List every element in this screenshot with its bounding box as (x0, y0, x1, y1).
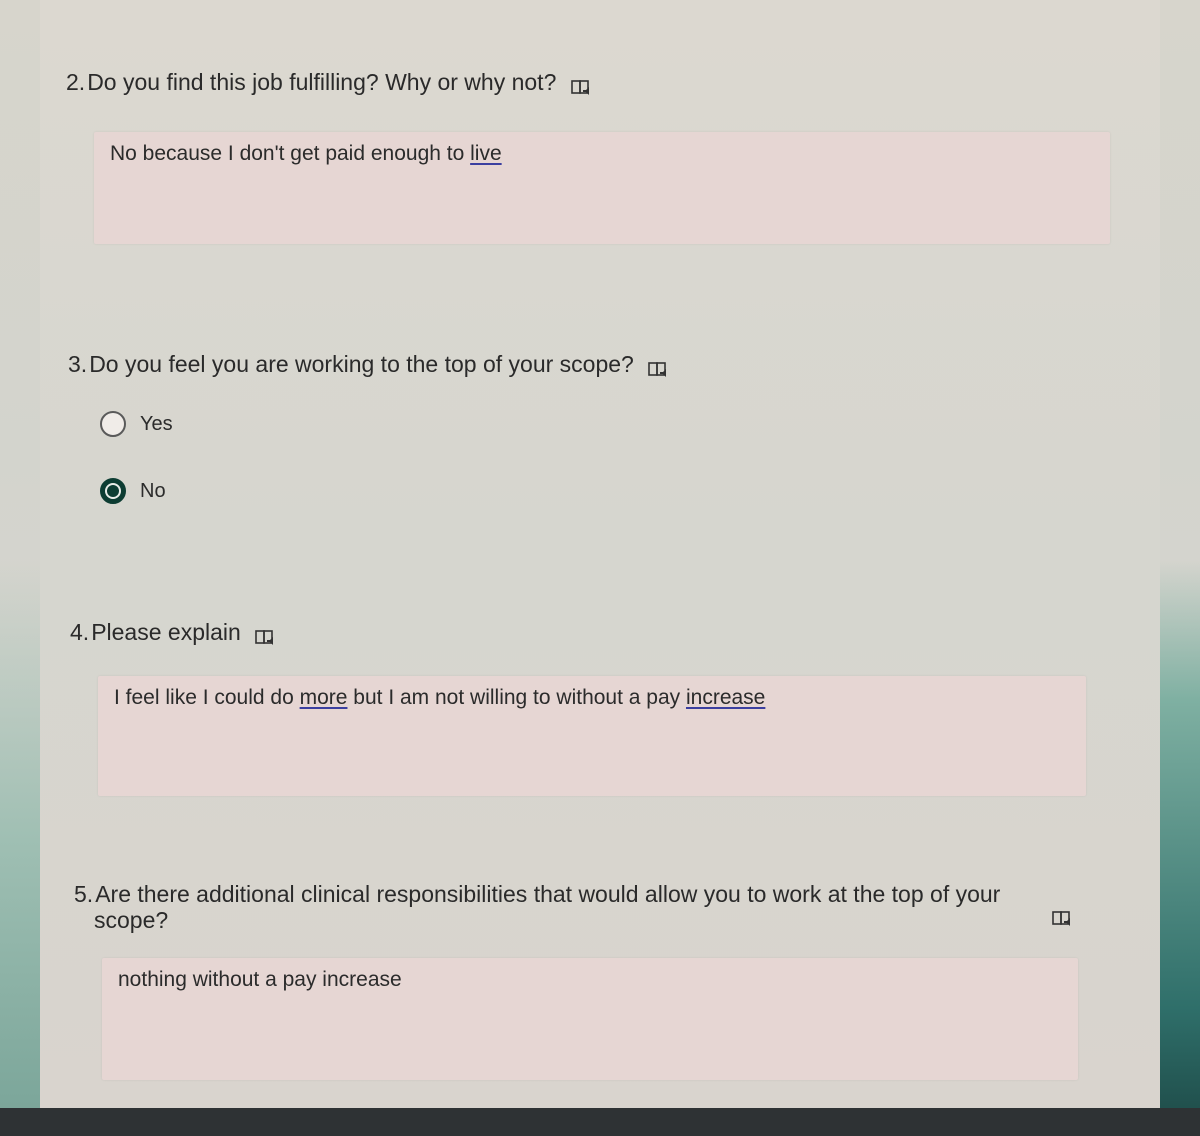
question-3-title: 3.Do you feel you are working to the top… (68, 350, 670, 378)
answer-text: nothing without a pay increase (118, 968, 402, 991)
immersive-reader-icon[interactable] (255, 625, 277, 645)
immersive-reader-icon[interactable] (1052, 910, 1074, 928)
question-5-title-line1: 5.Are there additional clinical responsi… (74, 880, 1000, 908)
radio-option-yes[interactable]: Yes (100, 411, 173, 437)
immersive-reader-icon[interactable] (648, 357, 670, 377)
question-number: 5. (74, 881, 94, 907)
answer-text: No because I don't get paid enough to li… (110, 142, 502, 166)
question-2: 2.Do you find this job fulfilling? Why o… (40, 0, 1160, 260)
form-card: 2.Do you find this job fulfilling? Why o… (40, 0, 1160, 1108)
radio-option-no[interactable]: No (100, 478, 166, 504)
monitor-bezel (0, 1108, 1200, 1136)
question-2-title: 2.Do you find this job fulfilling? Why o… (66, 68, 593, 96)
radio-button-yes[interactable] (100, 411, 126, 437)
question-text: Please explain (91, 619, 241, 645)
answer-text-underlined: live (470, 142, 502, 165)
page-background: 2.Do you find this job fulfilling? Why o… (0, 0, 1200, 1136)
immersive-reader-icon[interactable] (570, 75, 593, 95)
question-text: Do you find this job fulfilling? Why or … (87, 69, 557, 95)
question-number: 4. (70, 619, 90, 645)
question-number: 2. (66, 69, 86, 95)
question-text: Do you feel you are working to the top o… (89, 351, 634, 377)
question-text: Are there additional clinical responsibi… (95, 881, 1001, 907)
answer-text-part1: I feel like I could do (114, 686, 300, 709)
radio-label-yes: Yes (140, 412, 173, 435)
desktop-edge-left (0, 560, 40, 1120)
question-4: 4.Please explain I feel like I could do … (40, 600, 1160, 810)
answer-text: I feel like I could do more but I am not… (114, 686, 765, 710)
radio-button-no-selected[interactable] (100, 478, 126, 504)
question-5-answer-field[interactable]: nothing without a pay increase (102, 958, 1078, 1080)
question-3: 3.Do you feel you are working to the top… (40, 330, 1160, 530)
question-5: 5.Are there additional clinical responsi… (40, 870, 1160, 1100)
question-2-answer-field[interactable]: No because I don't get paid enough to li… (94, 132, 1110, 244)
answer-text-part2: but I am not willing to without a pay (347, 686, 686, 709)
answer-text-plain: No because I don't get paid enough to (110, 142, 471, 165)
radio-label-no: No (140, 479, 166, 502)
answer-text-underlined-2: increase (685, 686, 766, 709)
question-4-title: 4.Please explain (70, 618, 277, 646)
question-5-title-line2: scope? (94, 907, 169, 933)
question-number: 3. (68, 351, 88, 377)
question-4-answer-field[interactable]: I feel like I could do more but I am not… (98, 676, 1086, 796)
answer-text-underlined-1: more (299, 686, 348, 709)
